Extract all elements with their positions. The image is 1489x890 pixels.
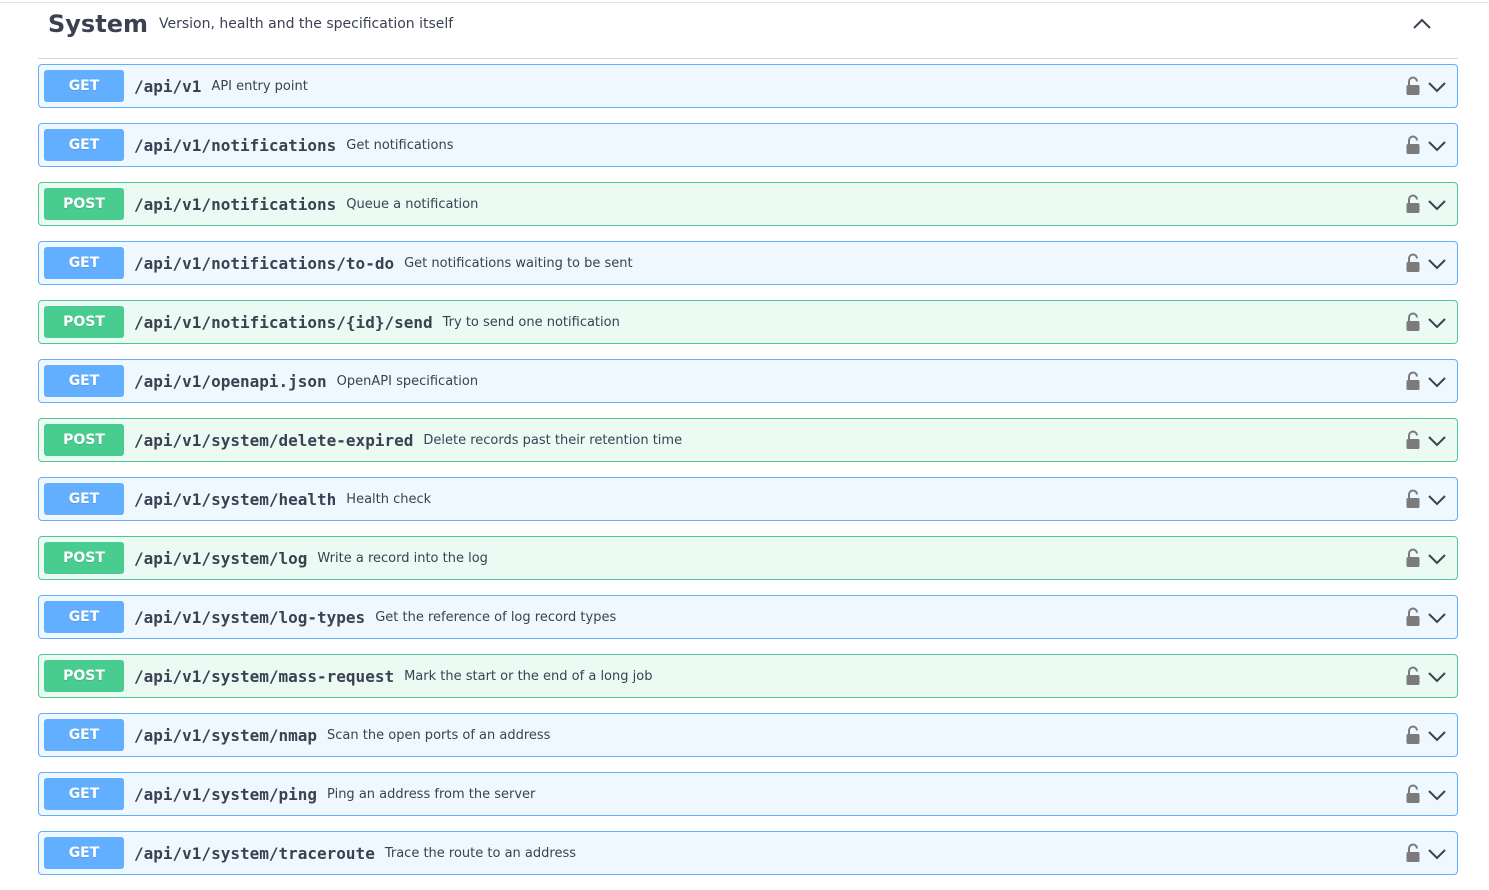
operation-summary: Trace the route to an address (384, 845, 576, 861)
unlocked-padlock-icon[interactable] (1405, 489, 1421, 509)
operation-summary: OpenAPI specification (336, 373, 479, 389)
unlocked-padlock-icon[interactable] (1405, 607, 1421, 627)
unlocked-padlock-icon[interactable] (1405, 371, 1421, 391)
operation-row[interactable]: GET/api/v1/system/traceroute Trace the ro… (38, 831, 1458, 875)
operation-summary: Delete records past their retention time (423, 432, 683, 448)
operation-path[interactable]: /api/v1/system/ping (134, 785, 317, 804)
method-badge: GET (44, 70, 124, 102)
operation-path[interactable]: /api/v1/system/nmap (134, 726, 317, 745)
chevron-down-icon[interactable] (1427, 844, 1447, 864)
unlocked-padlock-icon[interactable] (1405, 843, 1421, 863)
method-badge: POST (44, 660, 124, 692)
operation-row[interactable]: GET/api/v1/system/ping Ping an address fr… (38, 772, 1458, 816)
method-badge: GET (44, 247, 124, 279)
chevron-down-icon[interactable] (1427, 254, 1447, 274)
unlocked-padlock-icon[interactable] (1405, 548, 1421, 568)
operation-row[interactable]: POST/api/v1/notifications/{id}/send Try t… (38, 300, 1458, 344)
operation-row[interactable]: GET/api/v1/notifications Get notification… (38, 123, 1458, 167)
operation-row[interactable]: POST/api/v1/system/delete-expired Delete … (38, 418, 1458, 462)
operation-row[interactable]: GET/api/v1/system/health Health check (38, 477, 1458, 521)
unlocked-padlock-icon[interactable] (1405, 76, 1421, 96)
operation-path[interactable]: /api/v1/system/health (134, 490, 336, 509)
operation-path[interactable]: /api/v1 (134, 77, 201, 96)
tag-section-system: System Version, health and the specifica… (38, 0, 1458, 59)
operation-summary: Mark the start or the end of a long job (404, 668, 653, 684)
operation-path[interactable]: /api/v1/system/mass-request (134, 667, 394, 686)
operation-summary: Get notifications waiting to be sent (404, 255, 633, 271)
operation-path[interactable]: /api/v1/openapi.json (134, 372, 327, 391)
operation-path[interactable]: /api/v1/system/log (134, 549, 307, 568)
unlocked-padlock-icon[interactable] (1405, 312, 1421, 332)
operation-path[interactable]: /api/v1/system/log-types (134, 608, 365, 627)
method-badge: POST (44, 306, 124, 338)
operations-list: GET/api/v1 API entry point GET/api/v1/noti… (38, 64, 1458, 890)
chevron-down-icon[interactable] (1427, 608, 1447, 628)
method-badge: POST (44, 424, 124, 456)
chevron-down-icon[interactable] (1427, 77, 1447, 97)
chevron-down-icon[interactable] (1427, 313, 1447, 333)
method-badge: GET (44, 837, 124, 869)
chevron-down-icon[interactable] (1427, 726, 1447, 746)
method-badge: GET (44, 719, 124, 751)
operation-summary: API entry point (211, 78, 308, 94)
method-badge: GET (44, 365, 124, 397)
chevron-up-icon[interactable] (1410, 12, 1434, 36)
unlocked-padlock-icon[interactable] (1405, 135, 1421, 155)
operation-row[interactable]: GET/api/v1/system/log-types Get the refer… (38, 595, 1458, 639)
method-badge: GET (44, 129, 124, 161)
operation-path[interactable]: /api/v1/notifications/{id}/send (134, 313, 433, 332)
operation-row[interactable]: POST/api/v1/system/log Write a record int… (38, 536, 1458, 580)
chevron-down-icon[interactable] (1427, 549, 1447, 569)
chevron-down-icon[interactable] (1427, 490, 1447, 510)
chevron-down-icon[interactable] (1427, 372, 1447, 392)
operation-path[interactable]: /api/v1/system/traceroute (134, 844, 375, 863)
operation-row[interactable]: GET/api/v1 API entry point (38, 64, 1458, 108)
chevron-down-icon[interactable] (1427, 785, 1447, 805)
tag-description: Version, health and the specification it… (158, 16, 454, 32)
operation-row[interactable]: POST/api/v1/system/mass-request Mark the … (38, 654, 1458, 698)
method-badge: GET (44, 601, 124, 633)
unlocked-padlock-icon[interactable] (1405, 194, 1421, 214)
unlocked-padlock-icon[interactable] (1405, 430, 1421, 450)
operation-summary: Try to send one notification (442, 314, 620, 330)
method-badge: POST (44, 188, 124, 220)
unlocked-padlock-icon[interactable] (1405, 253, 1421, 273)
operation-row[interactable]: POST/api/v1/notifications Queue a notific… (38, 182, 1458, 226)
chevron-down-icon[interactable] (1427, 136, 1447, 156)
operation-path[interactable]: /api/v1/system/delete-expired (134, 431, 413, 450)
operation-summary: Health check (346, 491, 432, 507)
unlocked-padlock-icon[interactable] (1405, 725, 1421, 745)
operation-path[interactable]: /api/v1/notifications (134, 136, 336, 155)
operation-summary: Get notifications (346, 137, 454, 153)
operation-summary: Get the reference of log record types (375, 609, 617, 625)
operation-row[interactable]: GET/api/v1/system/nmap Scan the open port… (38, 713, 1458, 757)
operation-summary: Queue a notification (346, 196, 479, 212)
method-badge: GET (44, 778, 124, 810)
unlocked-padlock-icon[interactable] (1405, 666, 1421, 686)
tag-header[interactable]: System Version, health and the specifica… (38, 0, 1458, 59)
operation-summary: Write a record into the log (317, 550, 488, 566)
unlocked-padlock-icon[interactable] (1405, 784, 1421, 804)
operation-path[interactable]: /api/v1/notifications/to-do (134, 254, 394, 273)
method-badge: GET (44, 483, 124, 515)
tag-title: System (48, 10, 148, 38)
operation-row[interactable]: GET/api/v1/notifications/to-do Get notifi… (38, 241, 1458, 285)
chevron-down-icon[interactable] (1427, 667, 1447, 687)
operation-summary: Scan the open ports of an address (327, 727, 551, 743)
operation-row[interactable]: GET/api/v1/openapi.json OpenAPI specifica… (38, 359, 1458, 403)
operation-summary: Ping an address from the server (327, 786, 536, 802)
operation-path[interactable]: /api/v1/notifications (134, 195, 336, 214)
chevron-down-icon[interactable] (1427, 195, 1447, 215)
method-badge: POST (44, 542, 124, 574)
chevron-down-icon[interactable] (1427, 431, 1447, 451)
